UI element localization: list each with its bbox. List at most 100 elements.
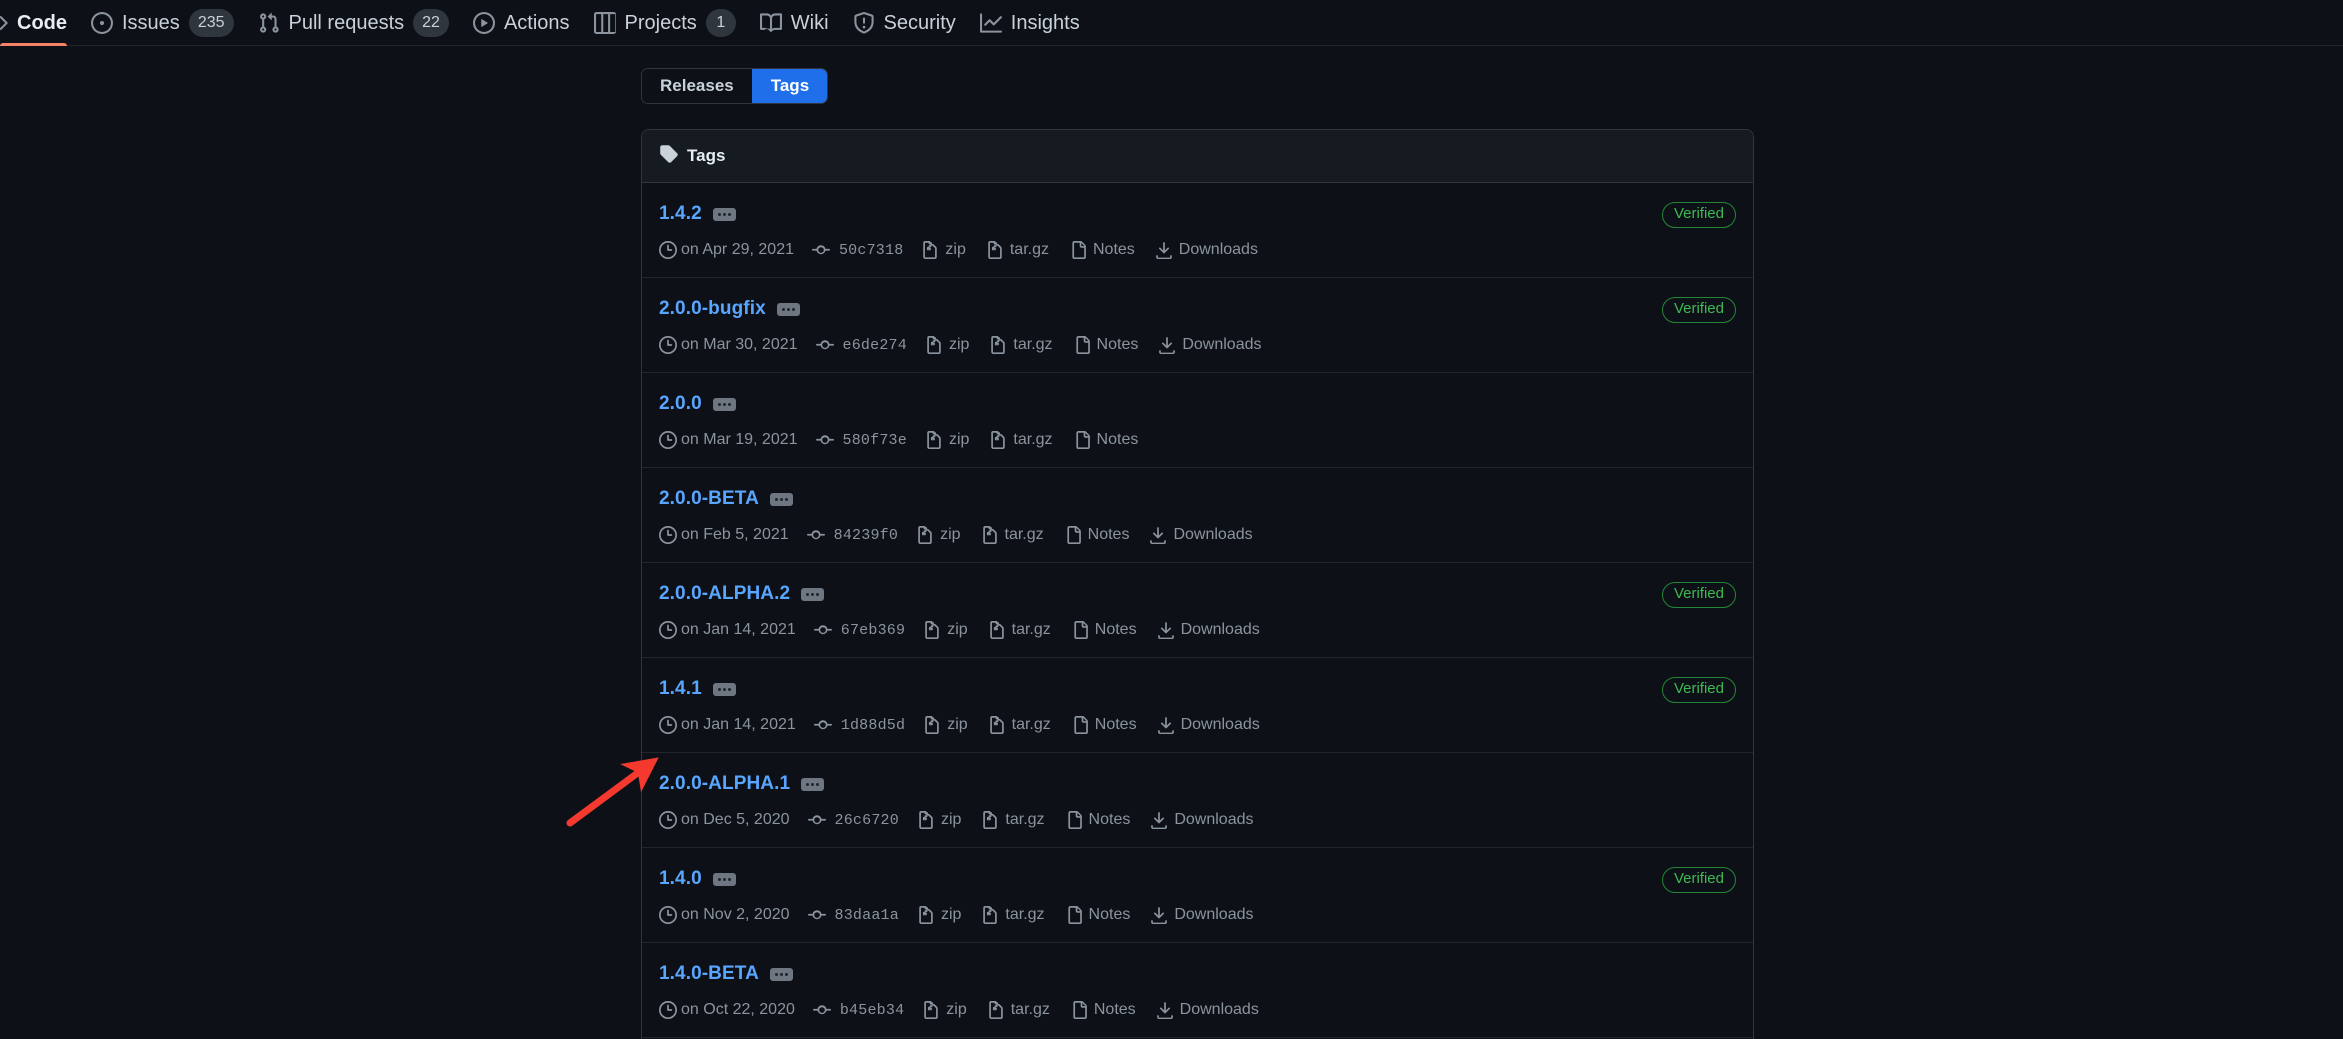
file-zip-icon <box>917 811 935 829</box>
file-icon <box>1071 621 1089 639</box>
tag-zip[interactable]: zip <box>922 1001 967 1019</box>
tag-notes[interactable]: Notes <box>1069 241 1135 259</box>
tag-targz[interactable]: tar.gz <box>989 431 1053 449</box>
tag-commit[interactable]: 1d88d5d <box>813 716 905 734</box>
tag-zip[interactable]: zip <box>917 906 961 924</box>
tab-releases[interactable]: Releases <box>642 69 752 103</box>
download-icon <box>1155 241 1173 259</box>
nav-item-issues[interactable]: Issues 235 <box>79 0 246 46</box>
nav-item-security[interactable]: Security <box>841 0 968 46</box>
tag-notes[interactable]: Notes <box>1065 906 1130 924</box>
tag-zip[interactable]: zip <box>923 621 968 639</box>
nav-item-pull-requests[interactable]: Pull requests 22 <box>246 0 461 46</box>
tag-zip-label: zip <box>946 1001 967 1018</box>
tag-commit[interactable]: 26c6720 <box>807 811 899 829</box>
tag-date: on Mar 30, 2021 <box>659 336 798 354</box>
tag-more-badge[interactable] <box>801 777 825 791</box>
file-zip-icon <box>989 336 1007 354</box>
tag-commit[interactable]: 84239f0 <box>806 526 899 544</box>
tag-zip[interactable]: zip <box>917 811 961 829</box>
tag-commit[interactable]: 580f73e <box>815 431 907 449</box>
tag-downloads[interactable]: Downloads <box>1158 336 1262 354</box>
tag-downloads[interactable]: Downloads <box>1149 526 1253 544</box>
nav-item-code[interactable]: Code <box>0 0 79 46</box>
tag-targz-label: tar.gz <box>1013 336 1053 353</box>
tag-downloads[interactable]: Downloads <box>1155 241 1258 259</box>
tag-notes[interactable]: Notes <box>1065 811 1130 829</box>
tag-date: on Mar 19, 2021 <box>659 431 798 449</box>
tag-notes[interactable]: Notes <box>1073 431 1138 449</box>
tag-date-label: on Apr 29, 2021 <box>681 241 794 258</box>
tag-name-link[interactable]: 1.4.1 <box>659 678 702 700</box>
file-icon <box>1065 811 1083 829</box>
tag-commit-label: 67eb369 <box>840 621 906 639</box>
tag-targz[interactable]: tar.gz <box>981 811 1045 829</box>
tag-more-badge[interactable] <box>712 682 736 696</box>
tag-targz[interactable]: tar.gz <box>987 1001 1050 1019</box>
tag-name-link[interactable]: 1.4.0-BETA <box>659 963 759 985</box>
tag-commit-label: 84239f0 <box>833 526 899 544</box>
tag-date: on Dec 5, 2020 <box>659 811 790 829</box>
tag-zip[interactable]: zip <box>921 241 966 259</box>
tag-notes[interactable]: Notes <box>1064 526 1129 544</box>
tag-date-label: on Mar 19, 2021 <box>681 431 798 448</box>
tag-downloads[interactable]: Downloads <box>1157 621 1260 639</box>
nav-item-label: Insights <box>1010 11 1080 34</box>
tag-commit[interactable]: 67eb369 <box>813 621 906 639</box>
tag-name-link[interactable]: 2.0.0-BETA <box>659 488 759 510</box>
tag-commit[interactable]: b45eb34 <box>812 1001 904 1019</box>
commit-icon <box>812 1001 831 1019</box>
tag-zip[interactable]: zip <box>916 526 961 544</box>
tag-downloads-label: Downloads <box>1178 241 1258 258</box>
tag-notes[interactable]: Notes <box>1073 336 1138 354</box>
tag-more-badge[interactable] <box>712 397 736 411</box>
tag-date-label: on Jan 14, 2021 <box>681 716 796 733</box>
tag-downloads[interactable]: Downloads <box>1157 716 1260 734</box>
releases-tags-tabs[interactable]: Releases Tags <box>641 68 829 104</box>
file-icon <box>1073 431 1091 449</box>
tag-notes[interactable]: Notes <box>1071 621 1137 639</box>
tag-notes[interactable]: Notes <box>1070 1001 1136 1019</box>
tag-targz[interactable]: tar.gz <box>989 336 1053 354</box>
tag-more-badge[interactable] <box>776 302 800 316</box>
tag-more-badge[interactable] <box>769 492 793 506</box>
nav-item-actions[interactable]: Actions <box>461 0 582 46</box>
tag-targz[interactable]: tar.gz <box>988 716 1051 734</box>
tag-targz[interactable]: tar.gz <box>988 621 1051 639</box>
verified-badge: Verified <box>1661 202 1736 228</box>
tag-name-link[interactable]: 2.0.0-ALPHA.1 <box>659 773 790 795</box>
tag-name-link[interactable]: 1.4.2 <box>659 203 702 225</box>
tag-more-badge[interactable] <box>712 872 736 886</box>
tag-downloads[interactable]: Downloads <box>1150 906 1254 924</box>
tag-notes[interactable]: Notes <box>1071 716 1137 734</box>
tag-downloads-label: Downloads <box>1180 716 1260 733</box>
tag-commit[interactable]: 50c7318 <box>811 241 903 259</box>
nav-item-insights[interactable]: Insights <box>968 0 1092 46</box>
tag-name-link[interactable]: 2.0.0-bugfix <box>659 298 766 320</box>
tag-more-badge[interactable] <box>801 587 825 601</box>
tag-zip[interactable]: zip <box>925 431 969 449</box>
tag-zip[interactable]: zip <box>925 336 969 354</box>
file-icon <box>1064 526 1082 544</box>
tag-more-badge[interactable] <box>712 207 736 221</box>
tag-downloads[interactable]: Downloads <box>1150 811 1254 829</box>
tag-targz[interactable]: tar.gz <box>981 526 1044 544</box>
tag-name-link[interactable]: 2.0.0-ALPHA.2 <box>659 583 790 605</box>
tag-targz-label: tar.gz <box>1013 431 1053 448</box>
tag-name-link[interactable]: 2.0.0 <box>659 393 702 415</box>
tag-downloads[interactable]: Downloads <box>1156 1001 1259 1019</box>
tag-targz[interactable]: tar.gz <box>986 241 1049 259</box>
file-zip-icon <box>987 1001 1005 1019</box>
tag-commit[interactable]: e6de274 <box>815 336 907 354</box>
tab-tags[interactable]: Tags <box>751 69 828 103</box>
tag-commit[interactable]: 83daa1a <box>807 906 899 924</box>
tag-more-badge[interactable] <box>769 967 793 981</box>
tag-downloads-label: Downloads <box>1173 526 1253 543</box>
nav-item-projects[interactable]: Projects 1 <box>582 0 748 46</box>
nav-item-wiki[interactable]: Wiki <box>748 0 841 46</box>
tag-date: on Jan 14, 2021 <box>659 621 796 639</box>
tag-name-link[interactable]: 1.4.0 <box>659 868 702 890</box>
tag-targz[interactable]: tar.gz <box>981 906 1045 924</box>
tag-zip[interactable]: zip <box>923 716 968 734</box>
tag-commit-label: 26c6720 <box>834 811 899 829</box>
